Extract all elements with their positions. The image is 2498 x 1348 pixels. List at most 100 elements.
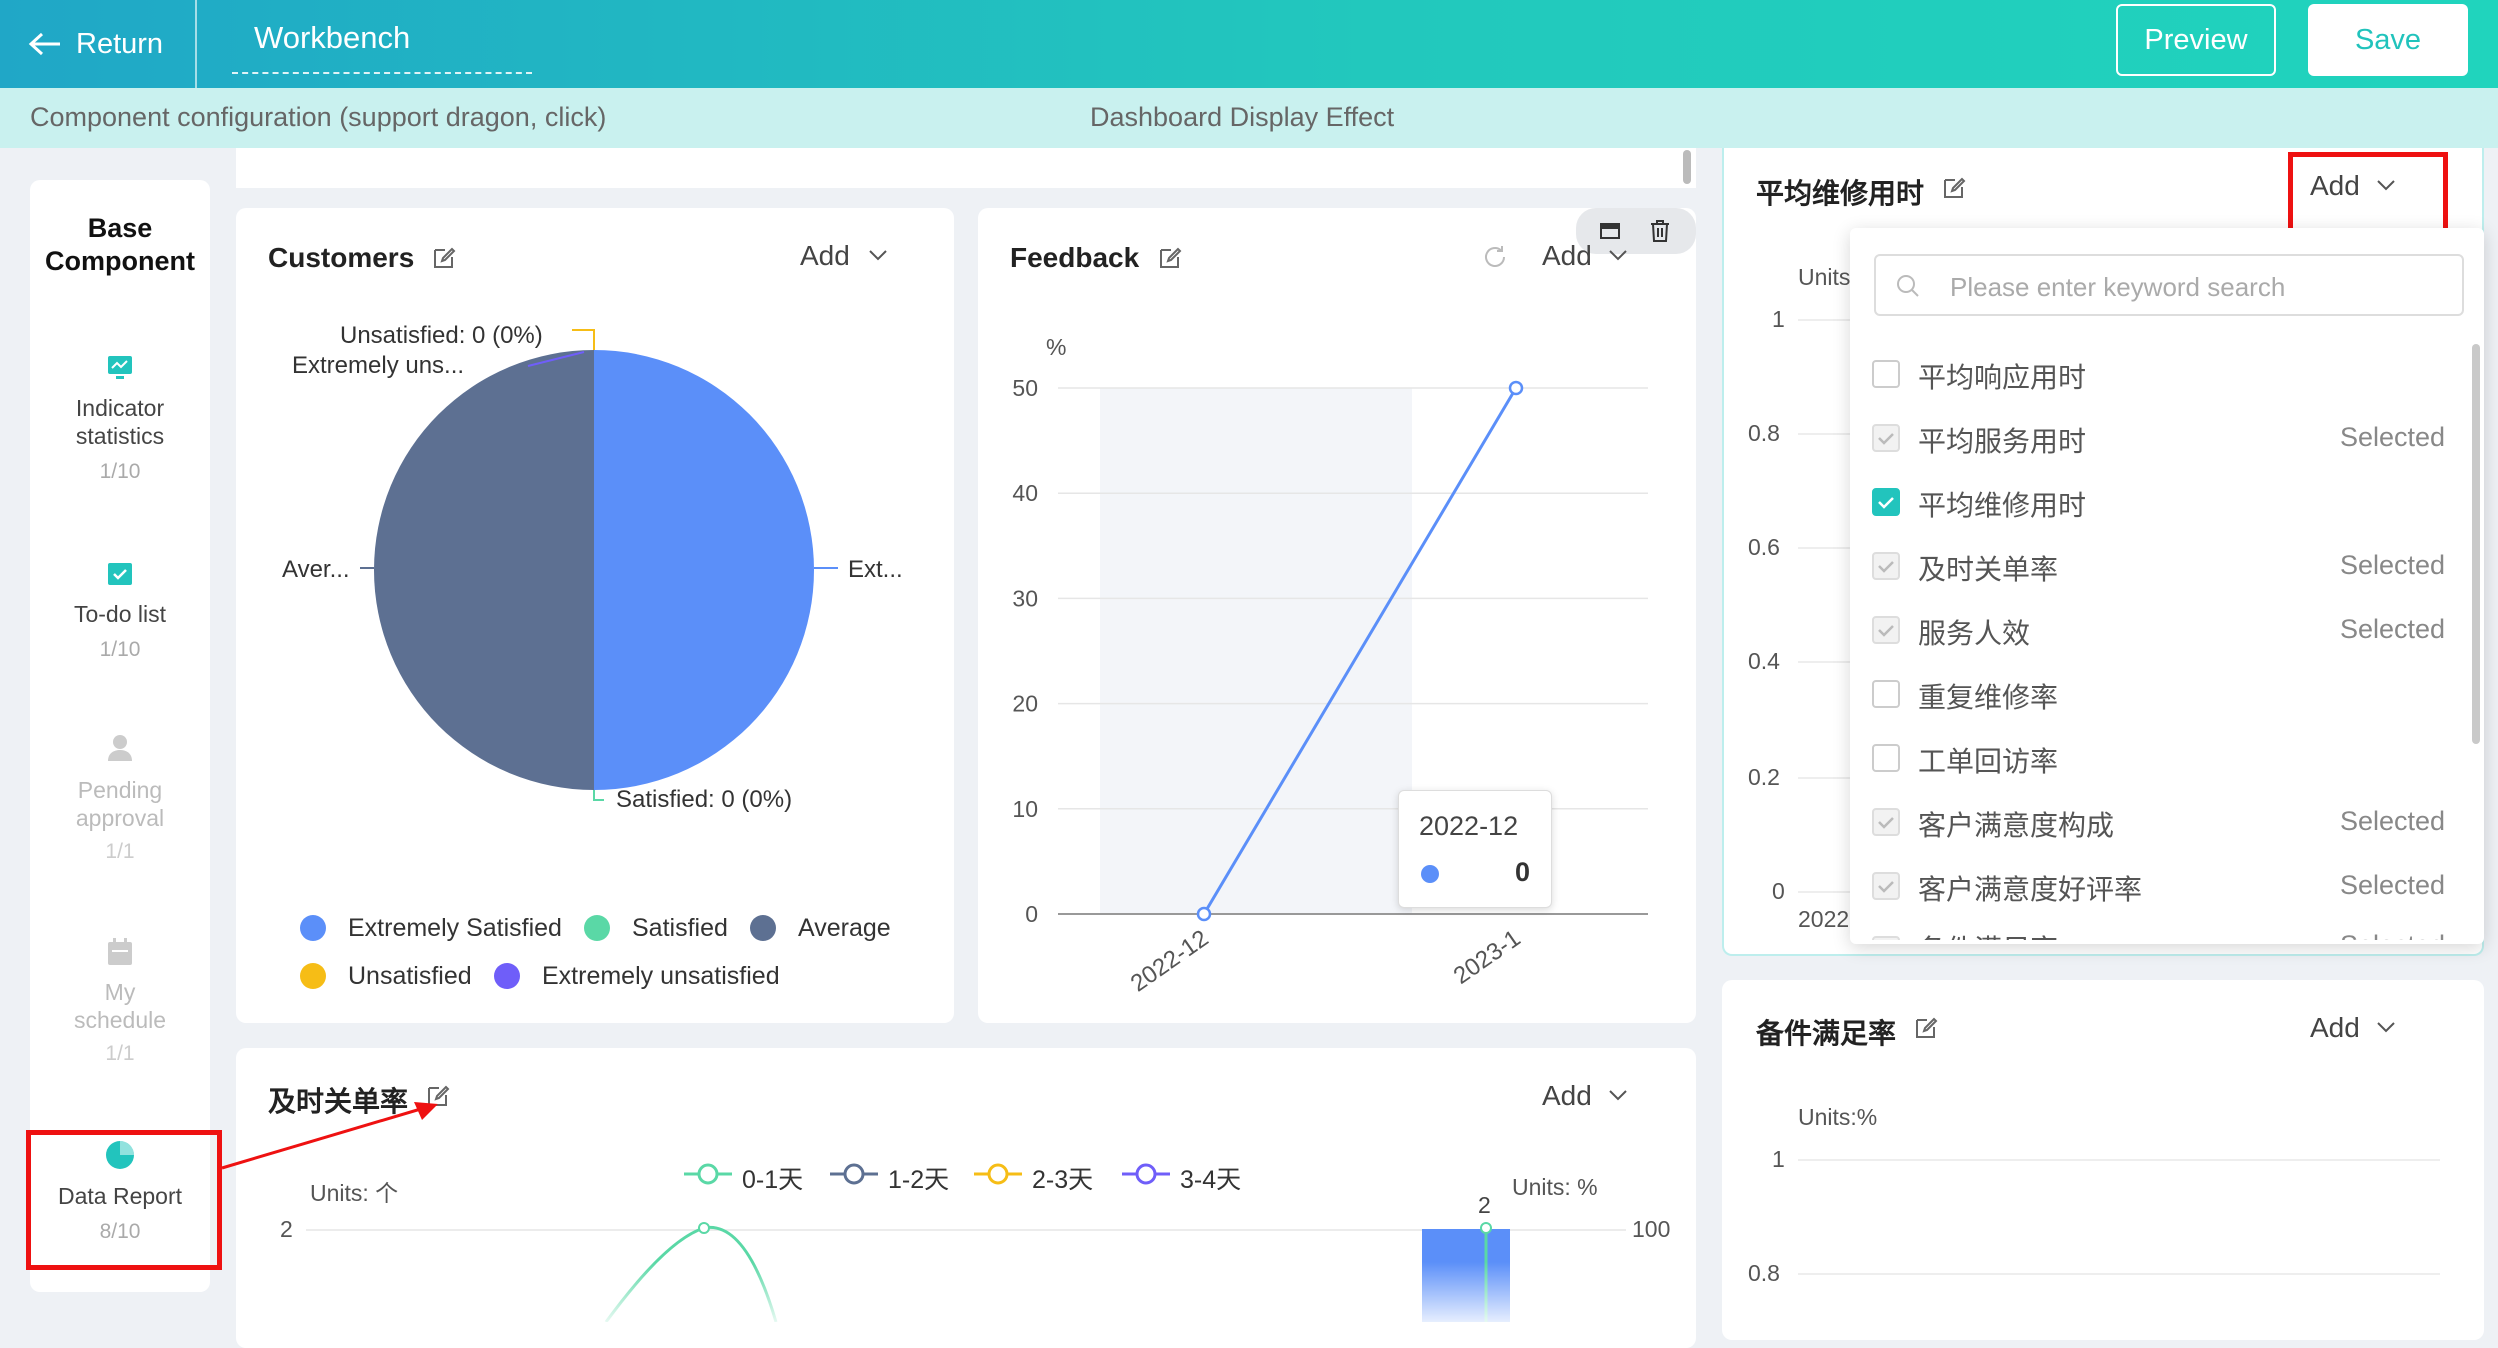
y-tick: 0.2 (1748, 764, 1780, 790)
edit-icon[interactable] (1158, 246, 1182, 270)
tooltip-value: 0 (1515, 857, 1531, 887)
annotation-arrow (221, 1102, 438, 1170)
pie-slice-extremely-satisfied[interactable] (594, 350, 814, 790)
legend-marker (684, 1163, 732, 1185)
option-label[interactable]: 备件满足率 (1918, 928, 2058, 940)
add-label: Add (1542, 1080, 1592, 1111)
legend-item[interactable]: Unsatisfied (348, 962, 472, 991)
y-axis-unit: Units: (1798, 264, 1857, 290)
y-tick-label: 40 (1012, 480, 1038, 506)
legend-item[interactable]: Extremely Satisfied (348, 914, 562, 943)
option-checkbox[interactable] (1872, 488, 1900, 516)
search-input[interactable]: Please enter keyword search (1874, 254, 2464, 316)
option-label[interactable]: 客户满意度构成 (1918, 804, 2114, 844)
selected-tag: Selected (2340, 550, 2446, 580)
legend-item[interactable]: Average (798, 914, 891, 943)
y-axis-unit: Units:% (1798, 1104, 1878, 1130)
option-checkbox[interactable] (1872, 744, 1900, 772)
calendar-icon (108, 938, 132, 965)
legend-item[interactable]: 3-4天 (1180, 1160, 1241, 1196)
option-checkbox[interactable] (1872, 616, 1900, 644)
option-label[interactable]: 服务人效 (1918, 612, 2030, 652)
option-checkbox[interactable] (1872, 424, 1900, 452)
option-checkbox[interactable] (1872, 360, 1900, 388)
legend-marker (1122, 1163, 1170, 1185)
option-label[interactable]: 及时关单率 (1918, 548, 2058, 588)
option-label[interactable]: 平均维修用时 (1918, 484, 2086, 524)
customers-add-dropdown[interactable]: Add (800, 240, 900, 276)
option-label[interactable]: 重复维修率 (1918, 676, 2058, 716)
pie-label-extremely-unsatisfied: Extremely uns... (292, 352, 465, 379)
y-tick-label: 10 (1012, 796, 1038, 822)
sub-header: Component configuration (support dragon,… (0, 88, 2498, 148)
sidebar-item-pending-approval[interactable]: Pending approval 1/1 (30, 734, 210, 874)
legend-marker (830, 1163, 878, 1185)
sidebar-item-indicator[interactable]: Indicator statistics 1/10 (30, 350, 210, 490)
customers-title: Customers (268, 242, 415, 273)
option-checkbox[interactable] (1872, 808, 1900, 836)
legend-item[interactable]: Satisfied (632, 914, 728, 943)
option-label[interactable]: 平均响应用时 (1918, 356, 2086, 396)
option-label[interactable]: 平均服务用时 (1918, 420, 2086, 460)
scrollbar-thumb[interactable] (1683, 150, 1691, 184)
y-tick-label: 50 (1012, 375, 1038, 401)
chart-tooltip: 2022-12 0 (1398, 790, 1552, 908)
feedback-add-dropdown[interactable]: Add (1542, 240, 1642, 276)
sidebar-item-count: 1/1 (105, 1042, 135, 1065)
edit-icon[interactable] (1914, 1016, 1938, 1040)
edit-icon[interactable] (1942, 176, 1966, 200)
save-button[interactable]: Save (2308, 4, 2468, 76)
minimize-icon[interactable] (1598, 220, 1622, 242)
option-label[interactable]: 客户满意度好评率 (1918, 868, 2142, 908)
beijian-gridlines (1798, 1159, 2440, 1275)
legend-swatch (300, 915, 326, 941)
previous-card-bottom (236, 148, 1696, 188)
legend-swatch (494, 963, 520, 989)
option-checkbox[interactable] (1872, 872, 1900, 900)
legend-swatch (750, 915, 776, 941)
legend-item[interactable]: 2-3天 (1032, 1160, 1093, 1196)
config-hint: Component configuration (support dragon,… (30, 102, 607, 132)
workbench-title[interactable]: Workbench (232, 16, 532, 74)
refresh-icon[interactable] (1482, 244, 1508, 270)
pingjun-title: 平均维修用时 (1756, 178, 1925, 209)
option-checkbox[interactable] (1872, 680, 1900, 708)
option-checkbox[interactable] (1872, 552, 1900, 580)
display-effect-label: Dashboard Display Effect (1090, 102, 1395, 132)
legend-marker (974, 1163, 1022, 1185)
edit-icon[interactable] (432, 246, 456, 270)
selected-tag: Selected (2340, 930, 2445, 940)
right-axis-unit: Units: % (1512, 1174, 1598, 1200)
search-placeholder: Please enter keyword search (1950, 272, 2286, 302)
y-tick: 0.8 (1748, 1260, 1780, 1286)
legend-item[interactable]: Extremely unsatisfied (542, 962, 780, 991)
preview-button[interactable]: Preview (2116, 4, 2276, 76)
add-label: Add (800, 240, 850, 271)
y-tick: 1 (1772, 1146, 1785, 1172)
data-point[interactable] (1508, 380, 1524, 396)
annotation-box-data-report (26, 1130, 222, 1270)
sidebar-item-my-schedule[interactable]: My schedule 1/1 (30, 938, 210, 1078)
legend-item[interactable]: 1-2天 (888, 1160, 949, 1196)
y-tick: 0 (1772, 878, 1785, 904)
sidebar-item-count: 1/10 (99, 638, 141, 661)
add-label: Add (1542, 240, 1592, 271)
beijian-add-dropdown[interactable]: Add (2310, 1012, 2410, 1048)
legend-item[interactable]: 0-1天 (742, 1160, 803, 1196)
sidebar-item-todo[interactable]: To-do list 1/10 (30, 556, 210, 666)
pie-slice-average[interactable] (374, 350, 594, 790)
jishi-add-dropdown[interactable]: Add (1542, 1080, 1642, 1116)
option-label[interactable]: 工单回访率 (1918, 740, 2058, 780)
legend-swatch (584, 915, 610, 941)
selected-tag: Selected (2340, 422, 2446, 452)
trash-icon[interactable] (1648, 218, 1672, 244)
sidebar-item-count: 1/10 (99, 460, 141, 483)
option-checkbox[interactable] (1872, 936, 1900, 940)
data-point[interactable] (1196, 906, 1212, 922)
dropdown-scrollbar[interactable] (2472, 344, 2480, 744)
sidebar-item-count: 1/1 (105, 840, 135, 863)
bar-data-label: 2 (1478, 1192, 1491, 1218)
return-button[interactable]: Return (28, 18, 163, 70)
y-tick: 1 (1772, 306, 1785, 332)
x-tick-label: 2023-1 (1449, 925, 1526, 990)
